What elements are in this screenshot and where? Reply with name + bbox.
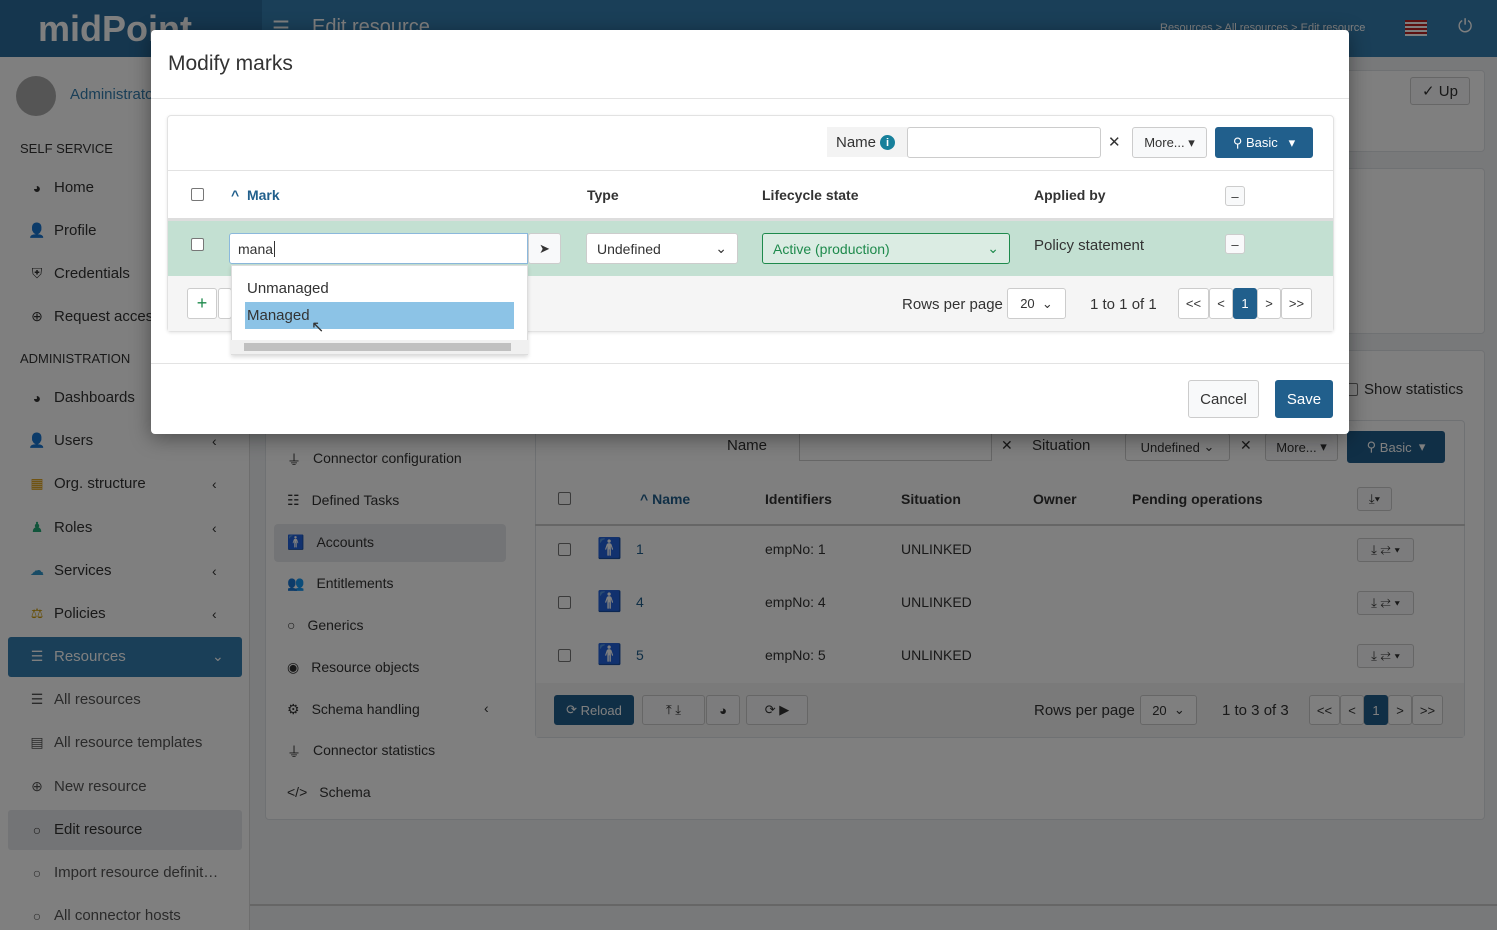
autocomplete-option-unmanaged[interactable]: Unmanaged [247, 280, 329, 297]
chevron-down-icon: ⌄ [987, 240, 999, 256]
page-1[interactable]: 1 [1233, 288, 1257, 319]
remove-row-button[interactable]: – [1225, 234, 1245, 254]
rows-per-page-label: Rows per page [902, 296, 1003, 313]
search-icon: ⚲ [1232, 134, 1246, 150]
scrollbar-thumb[interactable] [244, 343, 511, 351]
cancel-button[interactable]: Cancel [1188, 380, 1259, 418]
mark-input[interactable]: mana [229, 233, 528, 264]
divider [168, 170, 1333, 171]
horizontal-scrollbar[interactable] [231, 340, 528, 354]
page-size-select[interactable]: 20 ⌄ [1007, 288, 1066, 319]
column-type[interactable]: Type [587, 187, 619, 203]
divider [151, 363, 1349, 364]
lifecycle-state-select[interactable]: Active (production) ⌄ [762, 233, 1010, 264]
modify-marks-dialog: Modify marks Name i ✕ More... ▾ ⚲ Basic ▾… [151, 30, 1349, 434]
pagination: << < 1 > >> [1178, 288, 1312, 319]
row-checkbox[interactable] [191, 238, 204, 251]
select-all-checkbox[interactable] [191, 188, 204, 201]
column-lifecycle-state[interactable]: Lifecycle state [762, 187, 859, 203]
autocomplete-option-managed[interactable]: Managed [245, 302, 514, 329]
search-name-input[interactable] [907, 127, 1101, 158]
page-count: 1 to 1 of 1 [1090, 296, 1157, 313]
prev-page[interactable]: < [1209, 288, 1233, 319]
clear-icon[interactable]: ✕ [1108, 133, 1121, 151]
mouse-cursor-icon: ↖ [311, 319, 325, 336]
cursor-icon: ➤ [539, 240, 550, 256]
column-mark[interactable]: ^ Mark [231, 187, 280, 203]
more-button[interactable]: More... ▾ [1132, 127, 1207, 158]
first-page[interactable]: << [1178, 288, 1209, 319]
last-page[interactable]: >> [1281, 288, 1312, 319]
column-applied-by[interactable]: Applied by [1034, 187, 1106, 203]
browse-button[interactable]: ➤ [528, 233, 561, 264]
remove-all-button[interactable]: – [1225, 186, 1245, 206]
info-icon[interactable]: i [880, 135, 896, 150]
action-button[interactable] [218, 288, 232, 319]
divider [151, 98, 1349, 99]
text-caret [274, 241, 276, 257]
sort-asc-icon: ^ [231, 187, 240, 203]
basic-search-button[interactable]: ⚲ Basic ▾ [1215, 127, 1313, 158]
applied-by: Policy statement [1034, 237, 1145, 254]
next-page[interactable]: > [1257, 288, 1281, 319]
add-mark-button[interactable]: + [187, 288, 217, 319]
dialog-title: Modify marks [168, 52, 293, 75]
save-button[interactable]: Save [1275, 380, 1333, 418]
search-name-label: Name i [836, 134, 896, 151]
chevron-down-icon: ⌄ [715, 240, 727, 256]
type-select[interactable]: Undefined ⌄ [586, 233, 738, 264]
